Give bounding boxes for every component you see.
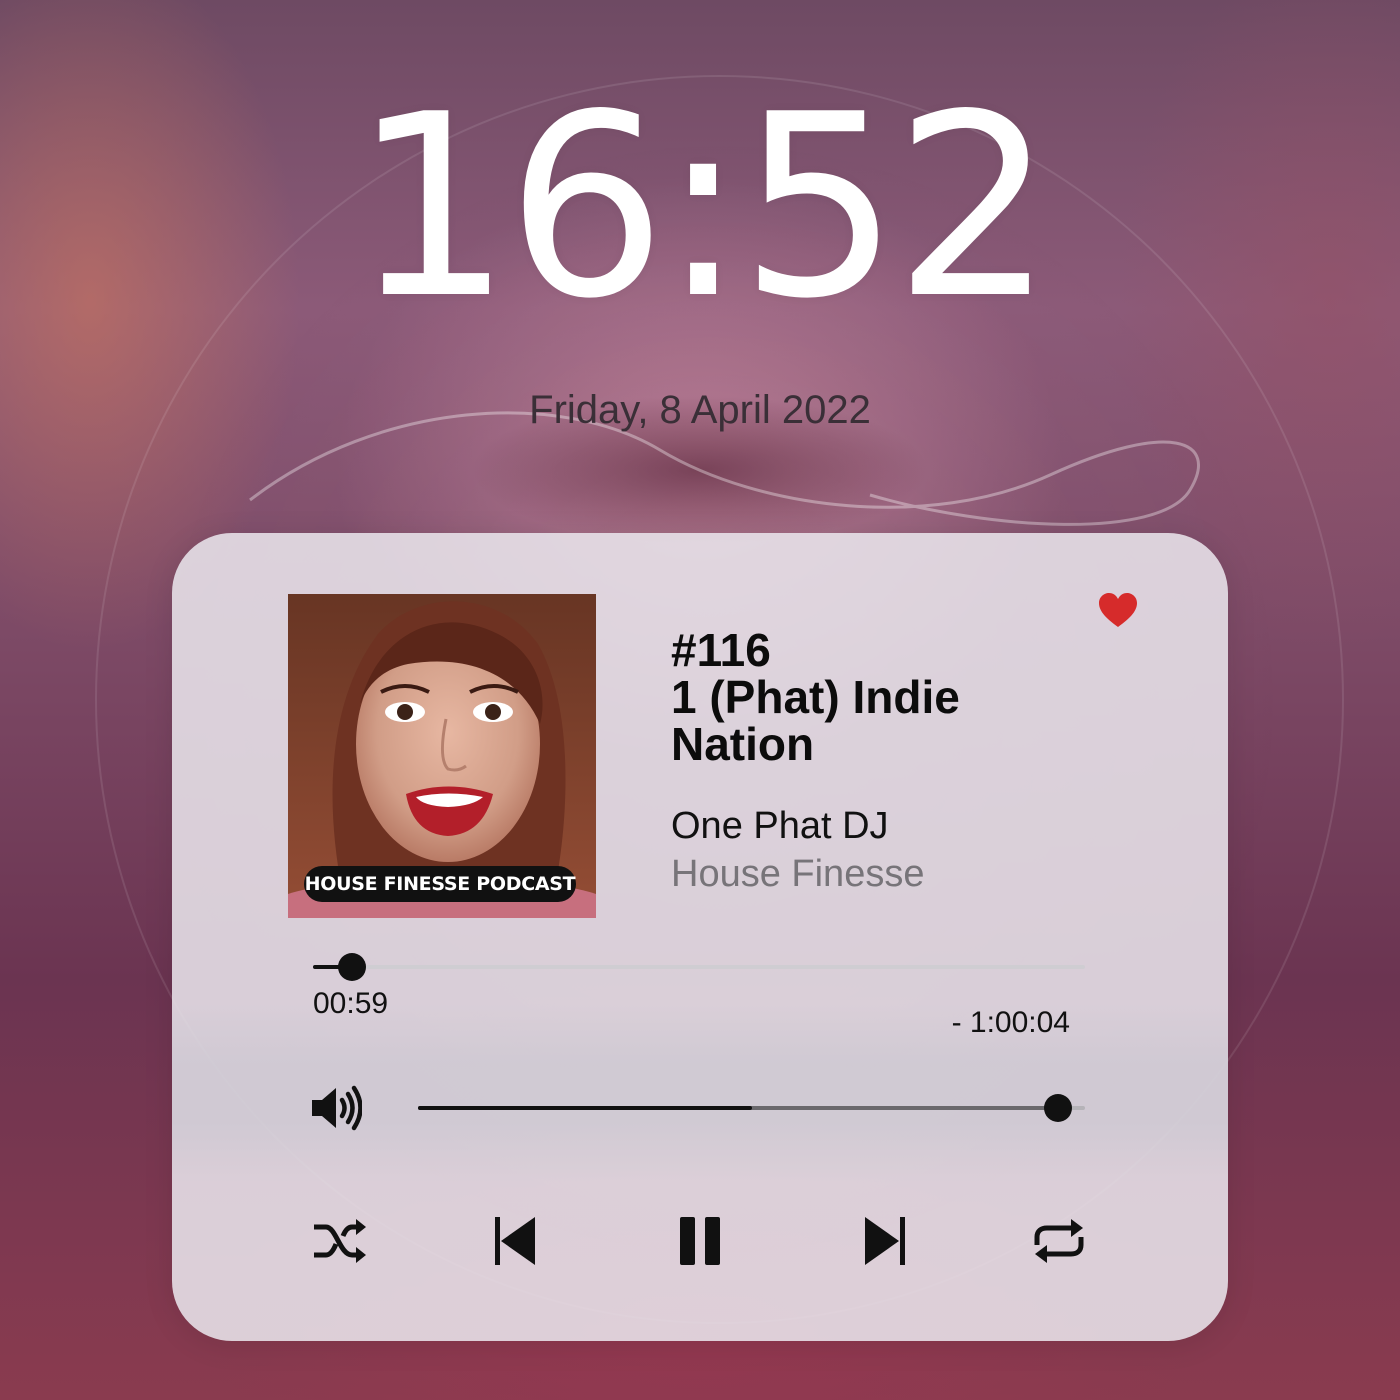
lock-screen-clock: 16:52 xyxy=(351,61,1054,354)
heart-icon[interactable] xyxy=(1098,591,1138,631)
progress-thumb[interactable] xyxy=(337,953,366,981)
episode-title-line: 1 (Phat) Indie xyxy=(671,671,960,723)
lock-screen-date: Friday, 8 April 2022 xyxy=(529,388,871,432)
repeat-button[interactable] xyxy=(1029,1211,1089,1271)
volume-slider[interactable] xyxy=(418,1094,1085,1122)
shuffle-button[interactable] xyxy=(310,1211,370,1271)
elapsed-time: 00:59 xyxy=(313,987,389,1020)
pause-icon xyxy=(680,1217,720,1265)
previous-icon xyxy=(495,1217,535,1265)
progress-track xyxy=(313,965,1085,969)
repeat-icon xyxy=(1034,1219,1084,1263)
episode-title-line: Nation xyxy=(671,718,815,770)
next-icon xyxy=(865,1217,905,1265)
show-name[interactable]: House Finesse xyxy=(671,853,924,896)
now-playing-card: HOUSE FINESSE PODCAST #116 1 (Phat) Indi… xyxy=(172,533,1228,1341)
episode-number: #116 xyxy=(671,624,771,676)
podcast-artwork[interactable]: HOUSE FINESSE PODCAST xyxy=(288,594,596,918)
shuffle-icon xyxy=(314,1219,366,1263)
volume-fill xyxy=(418,1106,752,1110)
speaker-icon[interactable] xyxy=(310,1083,362,1133)
remaining-time: - 1:00:04 xyxy=(951,1006,1070,1039)
progress-slider[interactable] xyxy=(313,953,1085,981)
artwork-badge: HOUSE FINESSE PODCAST xyxy=(304,866,576,902)
next-button[interactable] xyxy=(855,1211,915,1271)
artist-name[interactable]: One Phat DJ xyxy=(671,805,889,848)
pause-button[interactable] xyxy=(670,1211,730,1271)
previous-button[interactable] xyxy=(485,1211,545,1271)
